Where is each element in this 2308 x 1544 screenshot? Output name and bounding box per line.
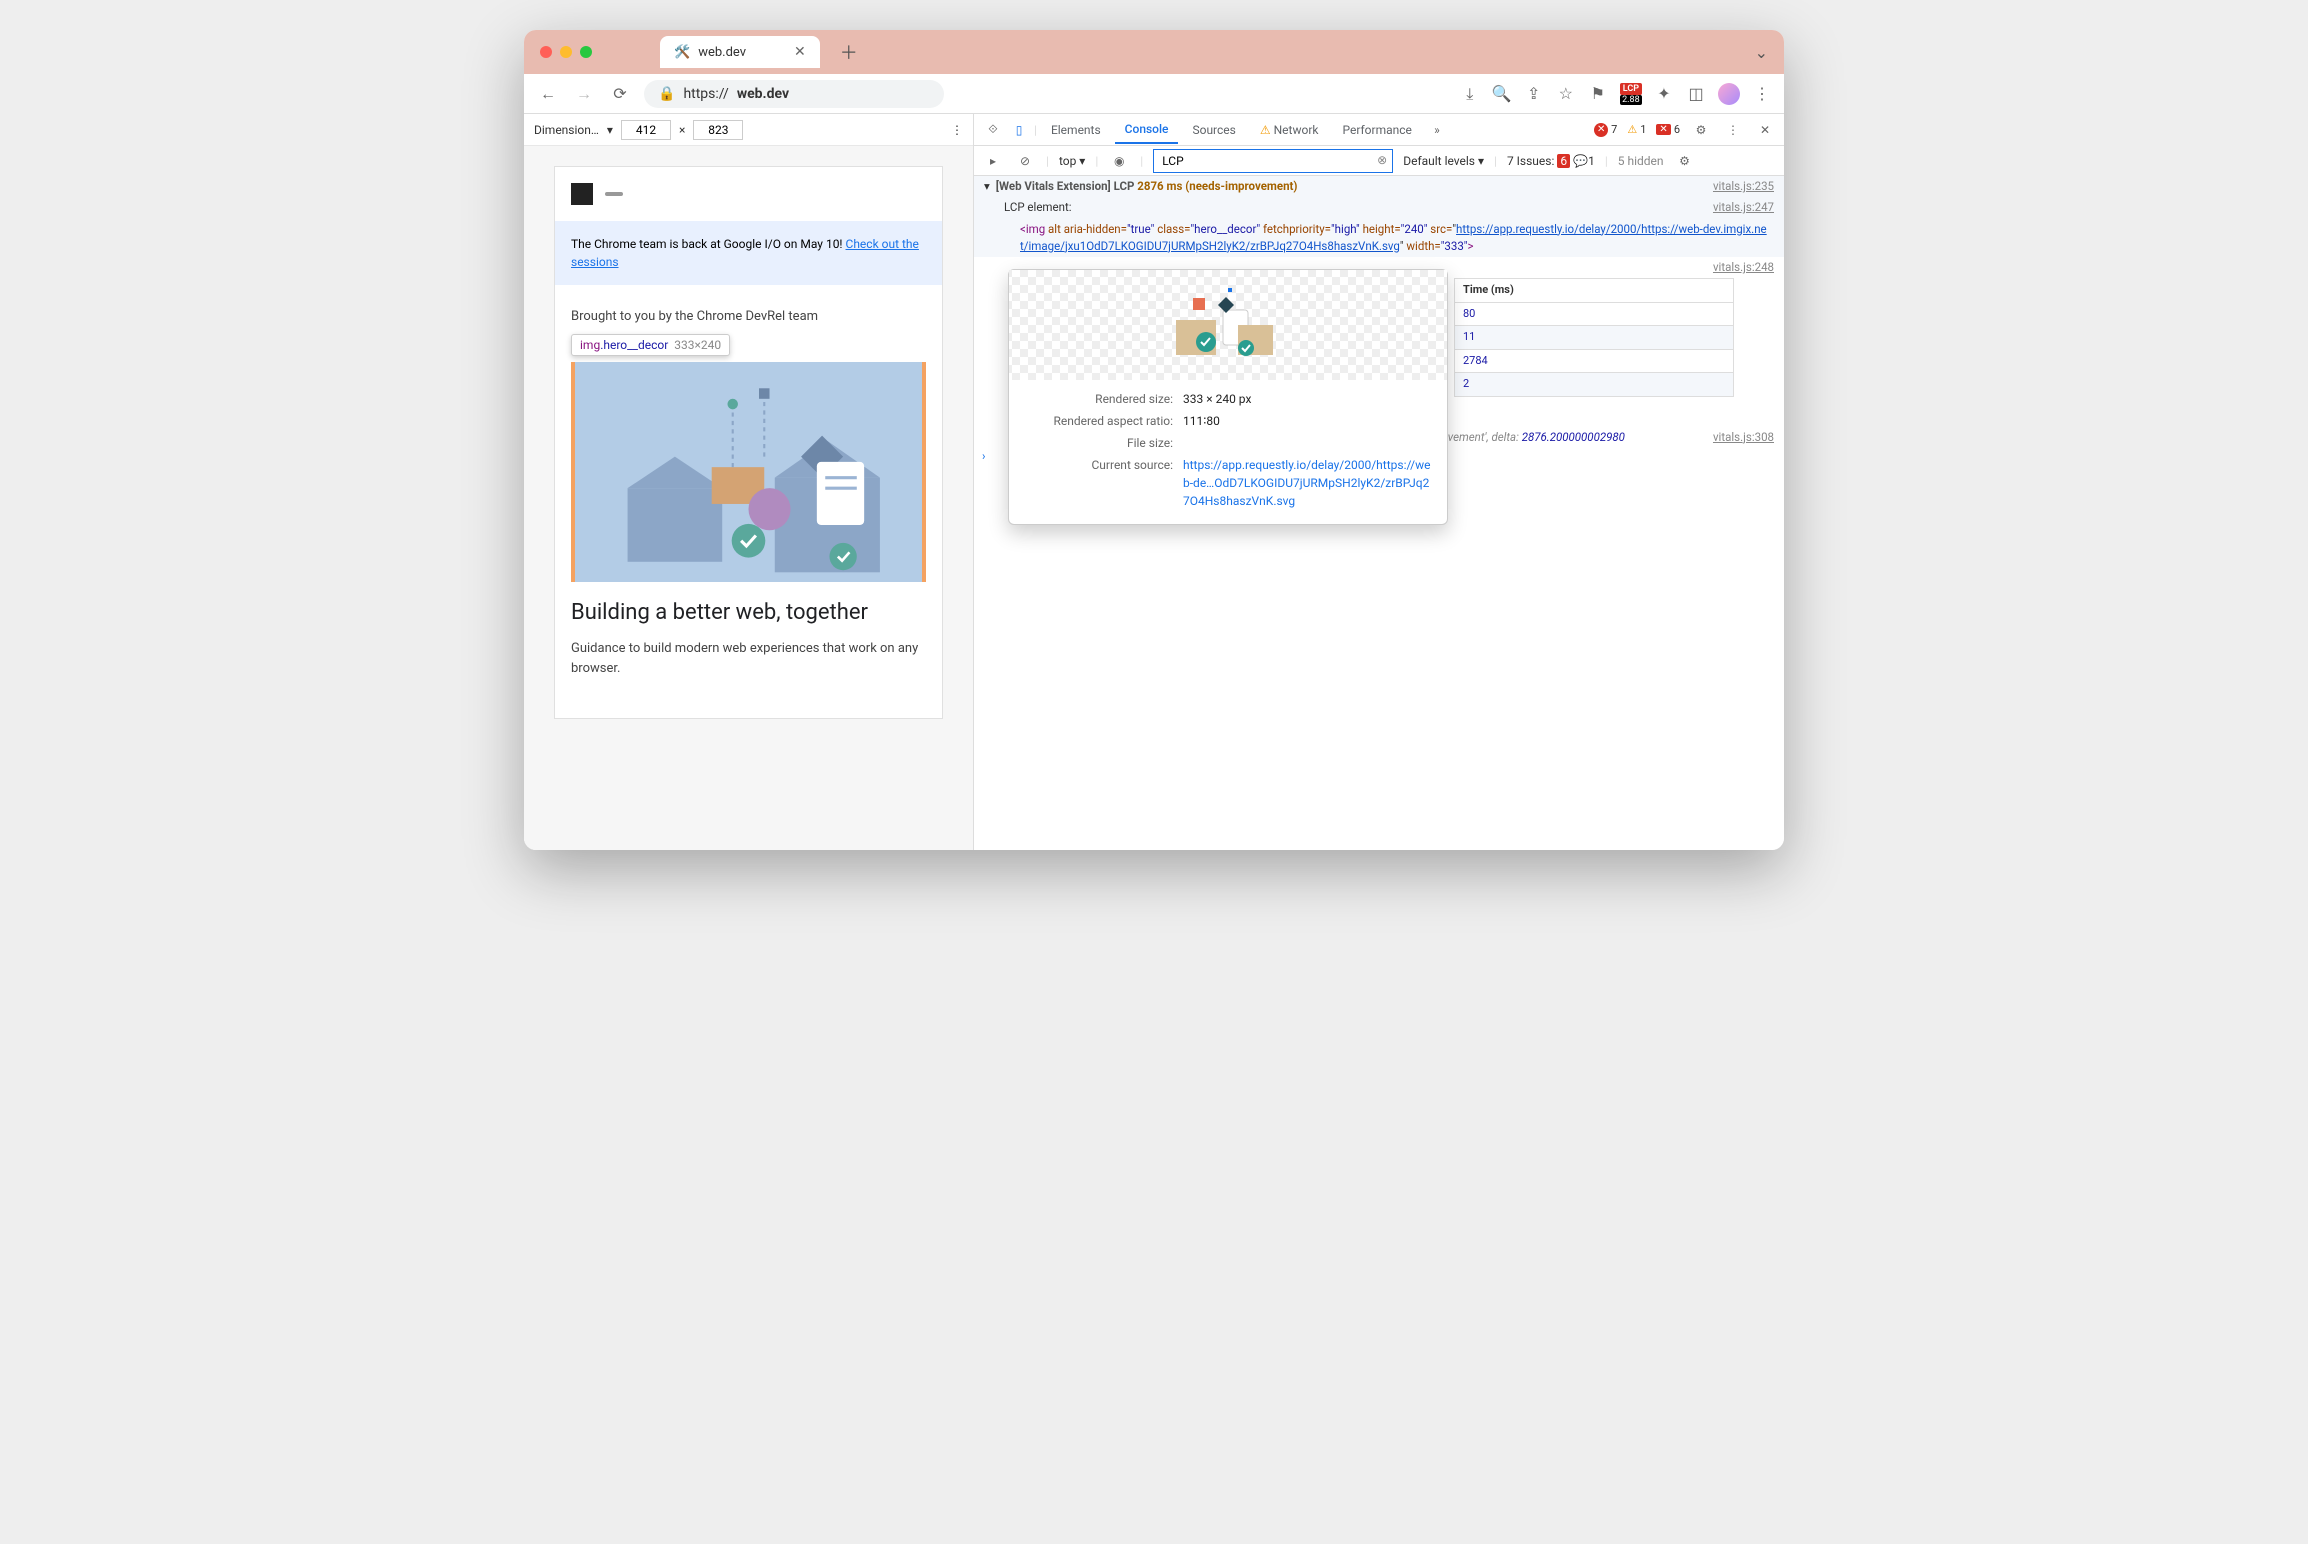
address-bar: ← → ⟳ 🔒 https:// web.dev ⤓ 🔍 ⇪ ☆ ⚑ LCP 2.… [524, 74, 1784, 114]
back-button[interactable]: ← [536, 82, 560, 106]
tab-favicon: 🛠️ [674, 45, 690, 60]
image-preview-popup: Rendered size:333 × 240 px Rendered aspe… [1008, 269, 1448, 525]
source-link[interactable]: vitals.js:248 [1713, 259, 1774, 276]
error-badge[interactable]: ✕7 [1594, 123, 1617, 137]
height-input[interactable] [693, 120, 743, 140]
preview-image [1009, 270, 1447, 380]
source-link[interactable]: vitals.js:308 [1713, 429, 1774, 446]
toolbar-icons: ⤓ 🔍 ⇪ ☆ ⚑ LCP 2.88 ✦ ◫ ⋮ [1460, 83, 1772, 105]
subtitle: Brought to you by the Chrome DevRel team [571, 309, 926, 324]
clear-icon[interactable]: ⊘ [1014, 150, 1036, 172]
flag-icon[interactable]: ⚑ [1588, 84, 1608, 104]
filter-input[interactable] [1153, 149, 1393, 173]
close-icon[interactable]: ✕ [794, 44, 806, 60]
reload-button[interactable]: ⟳ [608, 82, 632, 106]
gear-icon[interactable]: ⚙ [1674, 150, 1696, 172]
width-input[interactable] [621, 120, 671, 140]
element-tooltip: img.hero__decor333×240 [571, 334, 730, 356]
site-nav-icon [605, 192, 623, 196]
blocked-badge[interactable]: ✕6 [1656, 123, 1680, 136]
tab-elements[interactable]: Elements [1041, 117, 1111, 143]
more-tabs-icon[interactable]: » [1426, 119, 1448, 141]
menu-icon[interactable]: ⋮ [1752, 84, 1772, 104]
warning-badge[interactable]: ⚠1 [1627, 123, 1646, 136]
device-panel: Dimension…▾ × ⋮ The Chrome team is back … [524, 114, 974, 850]
close-icon[interactable]: ✕ [1754, 119, 1776, 141]
extensions-icon[interactable]: ✦ [1654, 84, 1674, 104]
console-toolbar: ▸ ⊘ | top ▾ | ◉ | ⊗ Default levels ▾ | 7… [974, 146, 1784, 176]
site-logo-icon [571, 183, 593, 205]
bookmark-icon[interactable]: ☆ [1556, 84, 1576, 104]
url-scheme: https:// [683, 86, 728, 102]
devtools-panel: ⟐ ▯ | Elements Console Sources ⚠ Network… [974, 114, 1784, 850]
devtools-tabs: ⟐ ▯ | Elements Console Sources ⚠ Network… [974, 114, 1784, 146]
titlebar: 🛠️ web.dev ✕ ＋ ⌄ [524, 30, 1784, 74]
tab-network[interactable]: ⚠ Network [1250, 117, 1329, 143]
forward-button: → [572, 82, 596, 106]
page-description: Guidance to build modern web experiences… [571, 639, 926, 678]
avatar[interactable] [1718, 83, 1740, 105]
url-host: web.dev [737, 86, 789, 102]
kebab-icon[interactable]: ⋮ [1722, 119, 1744, 141]
lock-icon: 🔒 [658, 86, 675, 102]
sidepanel-icon[interactable]: ◫ [1686, 84, 1706, 104]
levels-selector[interactable]: Default levels ▾ [1403, 154, 1484, 168]
tab-sources[interactable]: Sources [1182, 117, 1245, 143]
traffic-lights[interactable] [540, 46, 592, 58]
announcement-banner: The Chrome team is back at Google I/O on… [555, 221, 942, 285]
hero-image [571, 362, 926, 582]
tab-console[interactable]: Console [1115, 116, 1179, 144]
search-icon[interactable]: 🔍 [1492, 84, 1512, 104]
dimensions-label[interactable]: Dimension… [534, 123, 599, 137]
more-icon[interactable]: ⋮ [951, 123, 963, 137]
new-tab-button[interactable]: ＋ [840, 39, 858, 65]
source-link[interactable]: vitals.js:247 [1713, 199, 1774, 216]
source-url-link[interactable]: https://app.requestly.io/delay/2000/http… [1183, 458, 1430, 508]
source-link[interactable]: vitals.js:235 [1713, 178, 1774, 195]
install-icon[interactable]: ⤓ [1460, 84, 1480, 104]
issues-link[interactable]: 7 Issues: 6 💬1 [1507, 154, 1595, 168]
tabs-dropdown-icon[interactable]: ⌄ [1755, 43, 1768, 62]
context-selector[interactable]: top ▾ [1059, 154, 1085, 168]
page-header [555, 167, 942, 221]
browser-window: 🛠️ web.dev ✕ ＋ ⌄ ← → ⟳ 🔒 https:// web.dev… [524, 30, 1784, 850]
clear-filter-icon[interactable]: ⊗ [1377, 153, 1387, 167]
console-output[interactable]: ▾ [Web Vitals Extension] LCP 2876 ms (ne… [974, 176, 1784, 850]
lcp-extension[interactable]: LCP 2.88 [1620, 83, 1642, 105]
hidden-count: 5 hidden [1618, 154, 1664, 168]
eye-icon[interactable]: ◉ [1108, 150, 1130, 172]
inspect-icon[interactable]: ⟐ [982, 119, 1004, 141]
browser-tab[interactable]: 🛠️ web.dev ✕ [660, 36, 820, 68]
tab-performance[interactable]: Performance [1332, 117, 1421, 143]
gear-icon[interactable]: ⚙ [1690, 119, 1712, 141]
share-icon[interactable]: ⇪ [1524, 84, 1544, 104]
page-viewport[interactable]: The Chrome team is back at Google I/O on… [524, 146, 973, 850]
page-title: Building a better web, together [571, 600, 926, 625]
timing-table: Time (ms) 80 11 2784 2 [1454, 278, 1734, 397]
url-box[interactable]: 🔒 https:// web.dev [644, 80, 944, 108]
tab-title: web.dev [698, 45, 746, 60]
sidebar-toggle-icon[interactable]: ▸ [982, 150, 1004, 172]
device-icon[interactable]: ▯ [1008, 119, 1030, 141]
dimensions-bar: Dimension…▾ × ⋮ [524, 114, 973, 146]
